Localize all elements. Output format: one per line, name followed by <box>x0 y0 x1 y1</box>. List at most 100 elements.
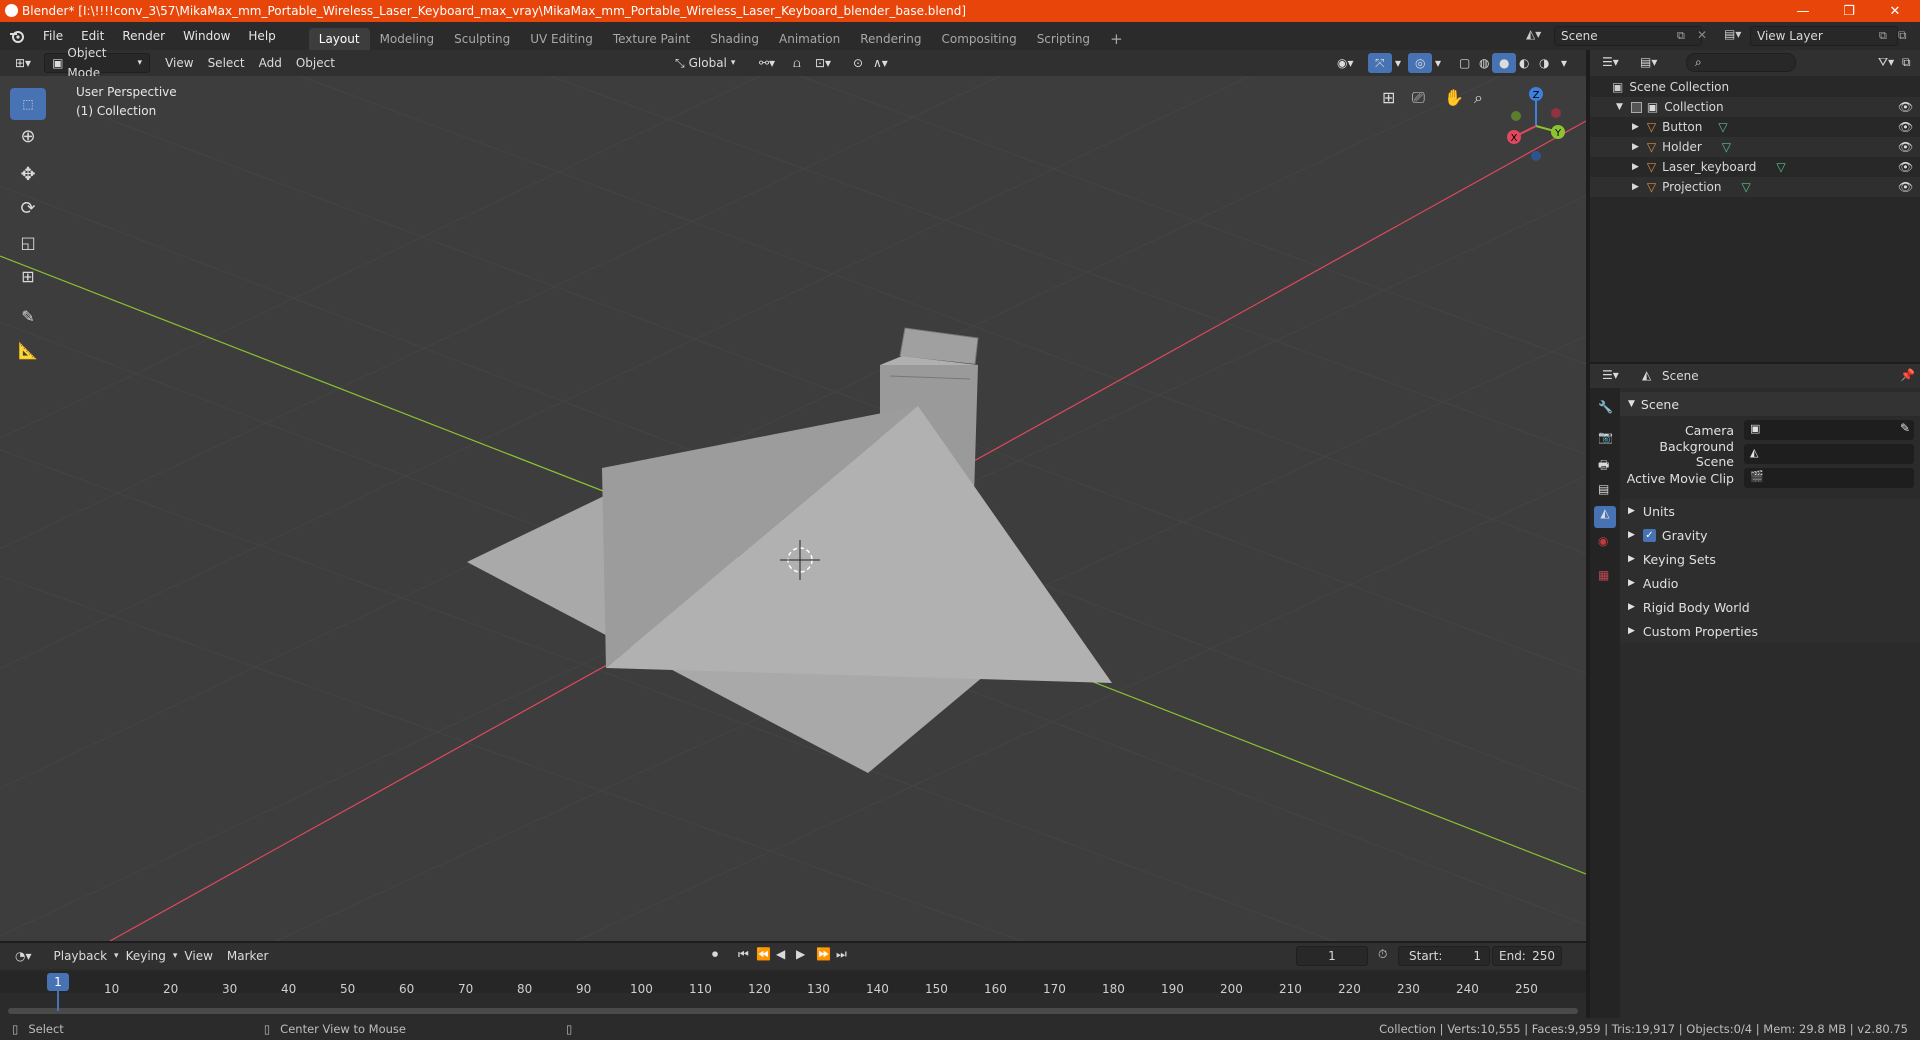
add-workspace-button[interactable]: + <box>1100 28 1133 50</box>
rendered-shading-icon[interactable]: ◑ <box>1532 53 1556 73</box>
annotate-tool[interactable]: ✎ <box>10 300 46 332</box>
camera-field[interactable]: ▣ ✎ <box>1744 420 1914 440</box>
outliner-row-object[interactable]: ▶ ▽ Holder ▽ 👁 <box>1590 137 1920 157</box>
filter-icon[interactable]: ⛛▾ <box>1878 55 1894 70</box>
close-button[interactable]: ✕ <box>1872 0 1918 22</box>
snap-toggle-icon[interactable]: ⩍ <box>786 53 808 73</box>
expand-arrow-icon[interactable]: ▶ <box>1632 122 1639 132</box>
prev-keyframe-button[interactable]: ⏪ <box>756 947 771 961</box>
move-tool[interactable]: ✥ <box>10 158 46 190</box>
eye-icon[interactable]: 👁 <box>1898 100 1913 114</box>
outliner-row-scene-collection[interactable]: ▣ Scene Collection <box>1590 77 1920 97</box>
menu-select[interactable]: Select <box>201 53 252 73</box>
properties-editor-type-icon[interactable]: ☰▾ <box>1602 368 1619 382</box>
panel-keying-sets[interactable]: ▶ Keying Sets <box>1620 547 1920 571</box>
3d-viewport[interactable]: User Perspective (1) Collection ⬚ ⊕ ✥ ⟳ … <box>0 76 1586 941</box>
view-layer-remove-icon[interactable]: ⧉ <box>1898 28 1907 43</box>
scene-tab-icon[interactable]: ◭ <box>1594 506 1616 528</box>
panel-rigid-body-world[interactable]: ▶ Rigid Body World <box>1620 595 1920 619</box>
mesh-data-icon[interactable]: ▽ <box>1722 140 1731 154</box>
outliner-editor-type-icon[interactable]: ☰▾ <box>1602 55 1619 69</box>
render-tab-icon[interactable]: 📷 <box>1598 430 1613 444</box>
start-frame-field[interactable]: Start: 1 <box>1398 946 1490 966</box>
jump-start-button[interactable]: ⏮ <box>738 947 749 962</box>
mesh-data-icon[interactable]: ▽ <box>1742 180 1751 194</box>
rotate-tool[interactable]: ⟳ <box>10 192 46 224</box>
tab-texture-paint[interactable]: Texture Paint <box>603 28 700 50</box>
overlay-dropdown-icon[interactable]: ▾ <box>1428 53 1448 73</box>
expand-arrow-icon[interactable]: ▶ <box>1632 162 1639 172</box>
menu-marker[interactable]: Marker <box>220 946 275 966</box>
eyedropper-icon[interactable]: ✎ <box>1900 421 1910 435</box>
timeline-scrollbar[interactable] <box>8 1008 1578 1014</box>
mode-selector[interactable]: ▣ Object Mode ▾ <box>44 46 151 80</box>
mesh-data-icon[interactable]: ▽ <box>1718 120 1727 134</box>
tab-compositing[interactable]: Compositing <box>931 28 1026 50</box>
collection-checkbox[interactable] <box>1630 101 1642 113</box>
mesh-data-icon[interactable]: ▽ <box>1776 160 1785 174</box>
tab-uv-editing[interactable]: UV Editing <box>520 28 603 50</box>
pivot-point-button[interactable]: ⚯▾ <box>752 53 782 73</box>
menu-object[interactable]: Object <box>289 53 342 73</box>
expand-arrow-icon[interactable]: ▶ <box>1632 142 1639 152</box>
pin-icon[interactable]: 📌 <box>1900 368 1915 382</box>
falloff-icon[interactable]: ∧▾ <box>866 53 895 73</box>
view-layer-new-icon[interactable]: ⧉ <box>1879 29 1887 43</box>
visibility-selector-icon[interactable]: ◉▾ <box>1330 53 1361 73</box>
tab-shading[interactable]: Shading <box>700 28 769 50</box>
current-frame-field[interactable]: 1 <box>1296 946 1368 966</box>
zoom-icon[interactable]: ⌕ <box>1474 88 1483 108</box>
cursor-tool[interactable]: ⊕ <box>10 120 46 152</box>
scale-tool[interactable]: ◱ <box>10 226 46 258</box>
menu-view[interactable]: View <box>158 53 200 73</box>
tab-animation[interactable]: Animation <box>769 28 850 50</box>
outliner-row-object[interactable]: ▶ ▽ Laser_keyboard ▽ 👁 <box>1590 157 1920 177</box>
eye-icon[interactable]: 👁 <box>1898 140 1913 154</box>
measure-tool[interactable]: 📐 <box>10 334 46 366</box>
texture-tab-icon[interactable]: ▦ <box>1598 568 1609 582</box>
tab-rendering[interactable]: Rendering <box>850 28 931 50</box>
editor-type-button[interactable]: ⊞▾ <box>8 53 38 73</box>
outliner-search-input[interactable]: ⌕ <box>1686 53 1796 72</box>
snap-target-button[interactable]: ⊡▾ <box>808 53 838 73</box>
scene-close-icon[interactable]: ✕ <box>1697 28 1707 42</box>
panel-units[interactable]: ▶ Units <box>1620 499 1920 523</box>
transform-tool[interactable]: ⊞ <box>10 260 46 292</box>
gizmo-dropdown-icon[interactable]: ▾ <box>1388 53 1408 73</box>
scene-field[interactable]: Scene ⧉ <box>1554 26 1702 46</box>
display-mode-icon[interactable]: ▤▾ <box>1640 55 1657 69</box>
grid-view-icon[interactable]: ⊞ <box>1382 88 1395 107</box>
expand-arrow-icon[interactable]: ▼ <box>1616 102 1623 112</box>
ruler-current-frame[interactable]: 1 <box>47 973 69 991</box>
tool-tab-icon[interactable]: 🔧 <box>1598 400 1613 414</box>
select-box-tool[interactable]: ⬚ <box>10 88 46 120</box>
view-layer-field[interactable]: View Layer ⧉ <box>1750 26 1898 46</box>
pan-hand-icon[interactable]: ✋ <box>1444 88 1464 107</box>
menu-timeline-view[interactable]: View <box>177 946 219 966</box>
tab-modeling[interactable]: Modeling <box>370 28 445 50</box>
menu-keying[interactable]: Keying <box>119 946 173 966</box>
view-layer-tab-icon[interactable]: ▤ <box>1598 482 1609 496</box>
outliner-row-collection[interactable]: ▼ ▣ Collection 👁 <box>1590 97 1920 117</box>
timeline-editor-type-icon[interactable]: ◔▾ <box>8 946 39 966</box>
new-collection-icon[interactable]: ⧉ <box>1902 55 1911 70</box>
menu-add[interactable]: Add <box>252 53 289 73</box>
minimize-button[interactable]: — <box>1780 0 1826 22</box>
background-scene-field[interactable]: ◭ <box>1744 444 1914 464</box>
gravity-checkbox[interactable]: ✓ <box>1642 528 1656 542</box>
expand-arrow-icon[interactable]: ▶ <box>1632 182 1639 192</box>
outliner-row-object[interactable]: ▶ ▽ Projection ▽ 👁 <box>1590 177 1920 197</box>
output-tab-icon[interactable]: 🖶 <box>1598 456 1609 477</box>
tab-scripting[interactable]: Scripting <box>1027 28 1100 50</box>
active-movie-clip-field[interactable]: 🎬 <box>1744 468 1914 488</box>
end-frame-field[interactable]: End: 250 <box>1492 946 1562 966</box>
eye-icon[interactable]: 👁 <box>1898 160 1913 174</box>
next-keyframe-button[interactable]: ⏩ <box>816 947 831 961</box>
scene-new-icon[interactable]: ⧉ <box>1677 29 1685 43</box>
blender-menu-icon[interactable] <box>0 29 34 43</box>
play-button[interactable]: ▶ <box>796 947 805 961</box>
eye-icon[interactable]: 👁 <box>1898 180 1913 194</box>
panel-custom-properties[interactable]: ▶ Custom Properties <box>1620 619 1920 643</box>
menu-file[interactable]: File <box>34 22 72 50</box>
shading-dropdown-icon[interactable]: ▾ <box>1554 53 1574 73</box>
